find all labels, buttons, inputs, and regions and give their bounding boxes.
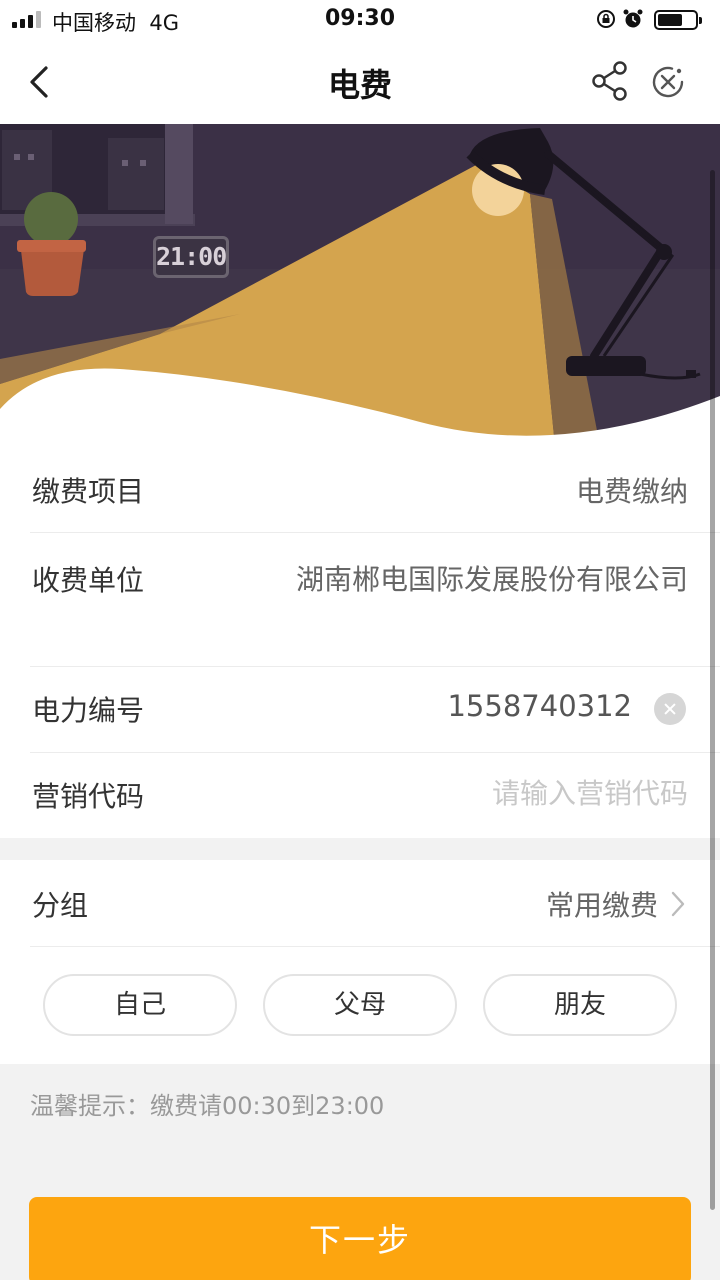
payee-value: 湖南郴电国际发展股份有限公司 [295, 563, 688, 596]
payment-item-label: 缴费项目 [32, 475, 145, 508]
marketing-code-input[interactable] [368, 771, 688, 815]
payee-row: 收费单位 湖南郴电国际发展股份有限公司 [30, 533, 720, 667]
group-chips: 自己 父母 朋友 [0, 974, 720, 1036]
status-bar: 中国移动 4G 09:30 [0, 0, 720, 40]
battery-icon [654, 10, 702, 30]
group-chip-friends[interactable]: 朋友 [483, 974, 677, 1036]
payment-item-row: 缴费项目 电费缴纳 [30, 446, 720, 533]
payment-form: 缴费项目 电费缴纳 收费单位 湖南郴电国际发展股份有限公司 电力编号 15587… [0, 446, 720, 838]
group-chip-parents[interactable]: 父母 [263, 974, 457, 1036]
marketing-code-row: 营销代码 [30, 753, 720, 838]
night-lamp-illustration [0, 124, 720, 446]
payment-item-value: 电费缴纳 [575, 475, 688, 508]
alarm-icon [623, 9, 643, 28]
clear-icon[interactable] [654, 693, 686, 725]
account-number-value[interactable]: 1558740312 [447, 689, 632, 723]
close-icon[interactable] [648, 62, 688, 102]
account-number-row[interactable]: 电力编号 1558740312 [30, 667, 720, 753]
group-value[interactable]: 常用缴费 [546, 884, 658, 924]
marketing-code-label: 营销代码 [32, 780, 145, 813]
next-step-button[interactable]: 下一步 [29, 1197, 691, 1280]
share-icon[interactable] [590, 60, 630, 102]
nav-bar: 电费 [0, 40, 720, 124]
payee-label: 收费单位 [32, 564, 145, 597]
orientation-lock-icon [597, 10, 615, 28]
group-section: 分组 常用缴费 自己 父母 朋友 [0, 860, 720, 1064]
tip-text: 温馨提示：缴费请00:30到23:00 [30, 1092, 385, 1120]
chevron-right-icon[interactable] [670, 890, 686, 918]
banner-clock: 21:00 [153, 236, 229, 278]
banner-illustration: 21:00 [0, 124, 720, 446]
group-label: 分组 [32, 889, 89, 922]
group-chip-self[interactable]: 自己 [43, 974, 237, 1036]
account-number-label: 电力编号 [32, 694, 145, 727]
scrollbar[interactable] [710, 170, 715, 1210]
group-row[interactable]: 分组 常用缴费 [30, 860, 720, 947]
